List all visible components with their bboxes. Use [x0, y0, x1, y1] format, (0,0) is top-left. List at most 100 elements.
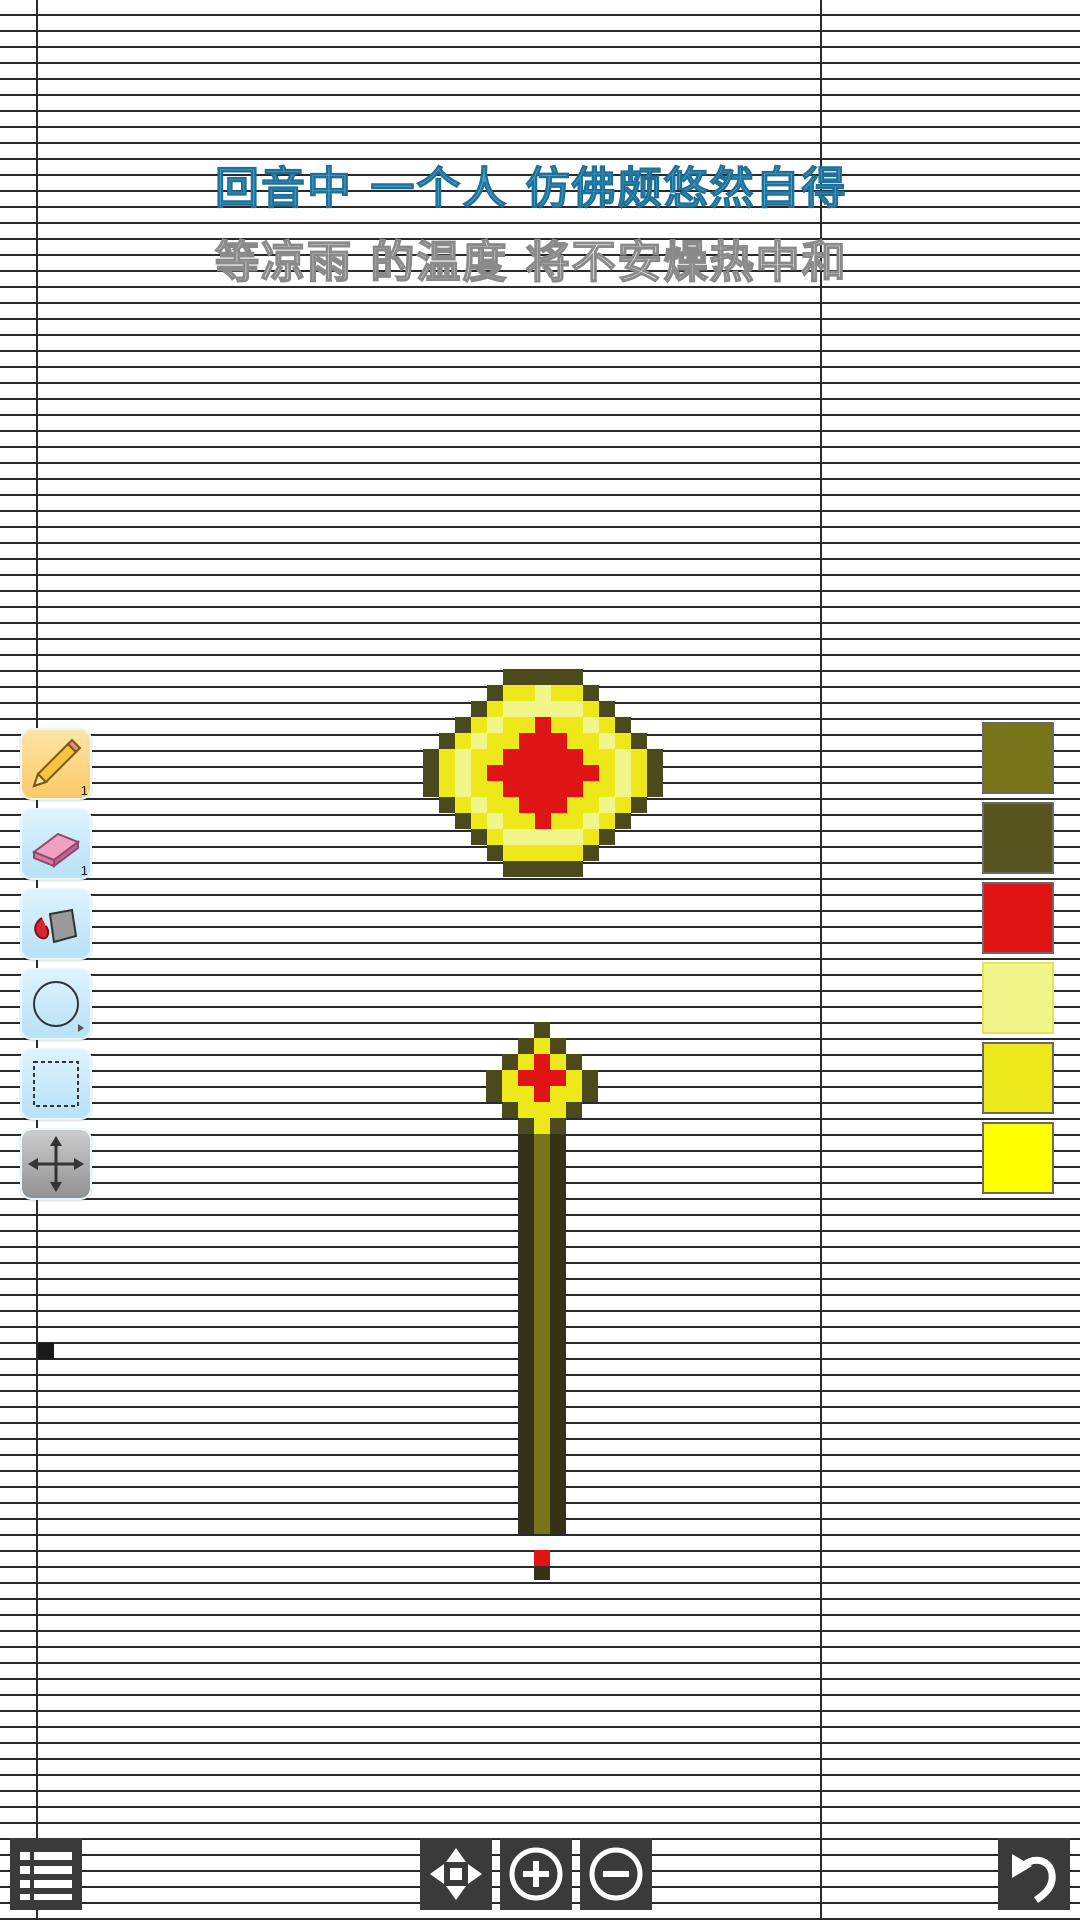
palette-swatch-5[interactable] — [982, 1042, 1054, 1114]
select-tool-button[interactable] — [20, 1048, 92, 1120]
wand-head-pixel — [518, 1102, 534, 1118]
wand-head-pixel — [518, 1118, 534, 1134]
gem-pixel — [471, 797, 487, 813]
fill-tool-button[interactable] — [20, 888, 92, 960]
gem-pixel — [551, 701, 567, 717]
gem-pixel — [599, 749, 615, 765]
gem-pixel — [455, 765, 471, 781]
wand-head-pixel — [502, 1054, 518, 1070]
gem-pixel — [583, 717, 599, 733]
gem-pixel — [599, 701, 615, 717]
wand-head-pixel — [518, 1054, 534, 1070]
gem-pixel — [631, 765, 647, 781]
gem-pixel — [551, 765, 567, 781]
gem-pixel — [503, 797, 519, 813]
wand-head-pixel — [534, 1102, 550, 1118]
gem-pixel — [551, 861, 567, 877]
zoom-in-icon — [509, 1847, 563, 1901]
gem-pixel — [599, 765, 615, 781]
gem-pixel — [519, 749, 535, 765]
gem-pixel — [615, 717, 631, 733]
gem-pixel — [519, 861, 535, 877]
rect-select-icon — [33, 1061, 79, 1107]
gem-pixel — [535, 797, 551, 813]
menu-button[interactable] — [10, 1838, 82, 1910]
gem-pixel — [439, 733, 455, 749]
gem-pixel — [487, 717, 503, 733]
wand-handle-edge — [518, 1134, 534, 1534]
gem-pixel — [615, 781, 631, 797]
gem-pixel — [583, 829, 599, 845]
palette-swatch-2[interactable] — [982, 802, 1054, 874]
gem-pixel — [583, 765, 599, 781]
gem-pixel — [503, 813, 519, 829]
gem-pixel — [551, 781, 567, 797]
wand-head-pixel — [550, 1038, 566, 1054]
pixel-gem — [423, 669, 663, 877]
gem-pixel — [503, 701, 519, 717]
palette-swatch-1[interactable] — [982, 722, 1054, 794]
wand-head-pixel — [502, 1086, 518, 1102]
wand-head-pixel — [534, 1022, 550, 1038]
gem-pixel — [567, 845, 583, 861]
gem-pixel — [455, 717, 471, 733]
wand-head-pixel — [566, 1086, 582, 1102]
wand-handle-edge — [550, 1134, 566, 1534]
gem-pixel — [519, 685, 535, 701]
pencil-icon — [32, 738, 82, 788]
zoom-out-button[interactable] — [580, 1838, 652, 1910]
wand-head-pixel — [534, 1070, 550, 1086]
circle-tool-button[interactable] — [20, 968, 92, 1040]
gem-pixel — [519, 797, 535, 813]
gem-pixel — [503, 861, 519, 877]
wand-head-pixel — [486, 1070, 502, 1086]
gem-pixel — [519, 669, 535, 685]
gem-pixel — [423, 765, 439, 781]
wand-head-pixel — [502, 1070, 518, 1086]
gem-pixel — [503, 733, 519, 749]
gem-pixel — [583, 781, 599, 797]
gem-pixel — [471, 781, 487, 797]
wand-head-pixel — [566, 1054, 582, 1070]
gem-pixel — [631, 749, 647, 765]
gem-pixel — [551, 813, 567, 829]
fill-bucket-icon — [34, 908, 78, 944]
gem-pixel — [455, 781, 471, 797]
move-tool-button[interactable] — [20, 1128, 92, 1200]
wand-head-pixel — [582, 1086, 598, 1102]
gem-pixel — [487, 845, 503, 861]
gem-pixel — [567, 829, 583, 845]
gem-pixel — [583, 685, 599, 701]
gem-pixel — [503, 829, 519, 845]
eraser-tool-button[interactable]: 1 — [20, 808, 92, 880]
wand-head-pixel — [550, 1054, 566, 1070]
zoom-out-icon — [589, 1847, 643, 1901]
gem-pixel — [471, 749, 487, 765]
gem-pixel — [471, 829, 487, 845]
pixel-canvas[interactable] — [0, 0, 1080, 1920]
move-arrows-icon — [28, 1136, 84, 1192]
palette-swatch-4[interactable] — [982, 962, 1054, 1034]
wand-tip-pixel — [534, 1566, 550, 1580]
gem-pixel — [599, 797, 615, 813]
gem-pixel — [551, 685, 567, 701]
undo-button[interactable] — [998, 1838, 1070, 1910]
gem-pixel — [567, 781, 583, 797]
gem-pixel — [567, 765, 583, 781]
gem-pixel — [615, 733, 631, 749]
gem-pixel — [647, 765, 663, 781]
palette-swatch-6[interactable] — [982, 1122, 1054, 1194]
wand-head-pixel — [534, 1054, 550, 1070]
gem-pixel — [487, 781, 503, 797]
wand-head-pixel — [486, 1086, 502, 1102]
zoom-in-button[interactable] — [500, 1838, 572, 1910]
pencil-tool-button[interactable]: 1 — [20, 728, 92, 800]
gem-pixel — [551, 829, 567, 845]
gem-pixel — [583, 749, 599, 765]
wand-head-pixel — [534, 1086, 550, 1102]
pan-button[interactable] — [420, 1838, 492, 1910]
palette-swatch-3[interactable] — [982, 882, 1054, 954]
wand-head-pixel — [534, 1118, 550, 1134]
gem-pixel — [631, 797, 647, 813]
gem-pixel — [567, 797, 583, 813]
